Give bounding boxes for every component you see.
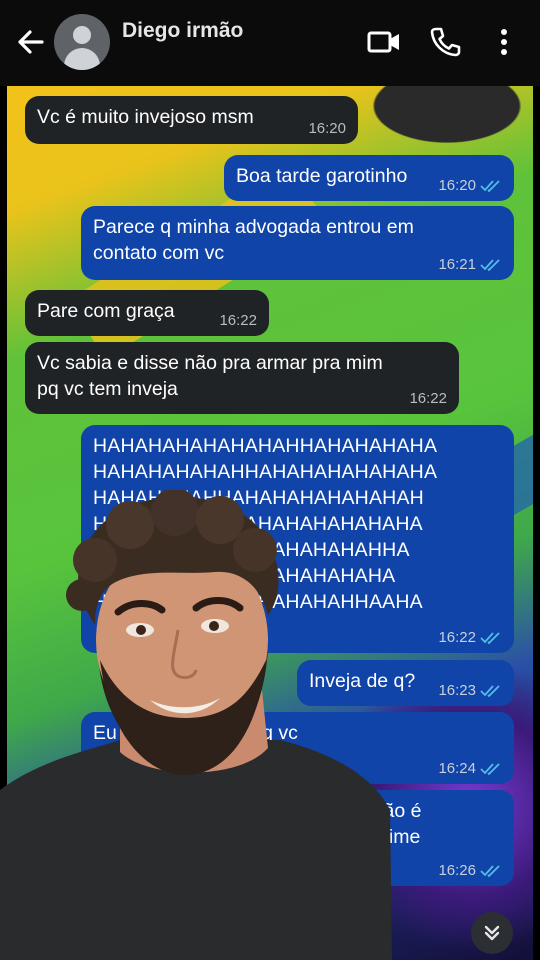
message-text: Vc é muito invejoso msm	[37, 106, 254, 128]
message-bubble-incoming[interactable]: Pare com graça 16:22	[25, 290, 269, 336]
message-bubble-outgoing[interactable]: Parece q minha advogada entrou em contat…	[81, 206, 514, 280]
message-meta: 16:23	[438, 683, 502, 699]
message-meta: 16:20	[438, 178, 502, 194]
read-ticks-icon	[480, 865, 500, 878]
message-time: 16:22	[438, 629, 476, 646]
message-bubble-incoming[interactable]: Vc é muito invejoso msm 16:20	[25, 96, 358, 144]
message-bubble-outgoing[interactable]: Boa tarde garotinho 16:20	[224, 155, 514, 201]
creator-video-overlay	[0, 490, 392, 960]
message-meta: 16:22	[438, 630, 502, 646]
more-vert-icon[interactable]	[488, 24, 524, 60]
phone-icon[interactable]	[427, 24, 463, 60]
message-time: 16:22	[219, 312, 257, 329]
message-meta: 16:22	[219, 313, 257, 329]
message-text: Vc sabia e disse não pra armar pra mim p…	[37, 352, 383, 400]
message-time: 16:20	[438, 177, 476, 194]
message-time: 16:23	[438, 682, 476, 699]
message-time: 16:24	[438, 760, 476, 777]
message-time: 16:20	[308, 120, 346, 137]
avatar-body	[64, 48, 100, 70]
contact-name[interactable]: Diego irmão	[122, 19, 243, 43]
read-ticks-icon	[480, 632, 500, 645]
read-ticks-icon	[480, 763, 500, 776]
contact-avatar[interactable]	[54, 14, 110, 70]
message-meta: 16:20	[308, 121, 346, 137]
back-arrow-icon[interactable]	[14, 24, 46, 60]
message-meta: 16:24	[438, 761, 502, 777]
message-time: 16:26	[438, 862, 476, 879]
message-meta: 16:26	[438, 863, 502, 879]
message-time: 16:22	[409, 390, 447, 407]
message-time: 16:21	[438, 256, 476, 273]
message-meta: 16:22	[409, 391, 447, 407]
read-ticks-icon	[480, 180, 500, 193]
read-ticks-icon	[480, 685, 500, 698]
scroll-to-bottom-button[interactable]	[471, 912, 513, 954]
message-meta: 16:21	[438, 257, 502, 273]
chat-header: Diego irmão	[0, 0, 540, 86]
double-chevron-down-icon	[484, 925, 500, 941]
message-bubble-incoming[interactable]: Vc sabia e disse não pra armar pra mim p…	[25, 342, 459, 414]
read-ticks-icon	[480, 259, 500, 272]
avatar-head	[73, 26, 91, 44]
video-call-icon[interactable]	[366, 24, 402, 60]
